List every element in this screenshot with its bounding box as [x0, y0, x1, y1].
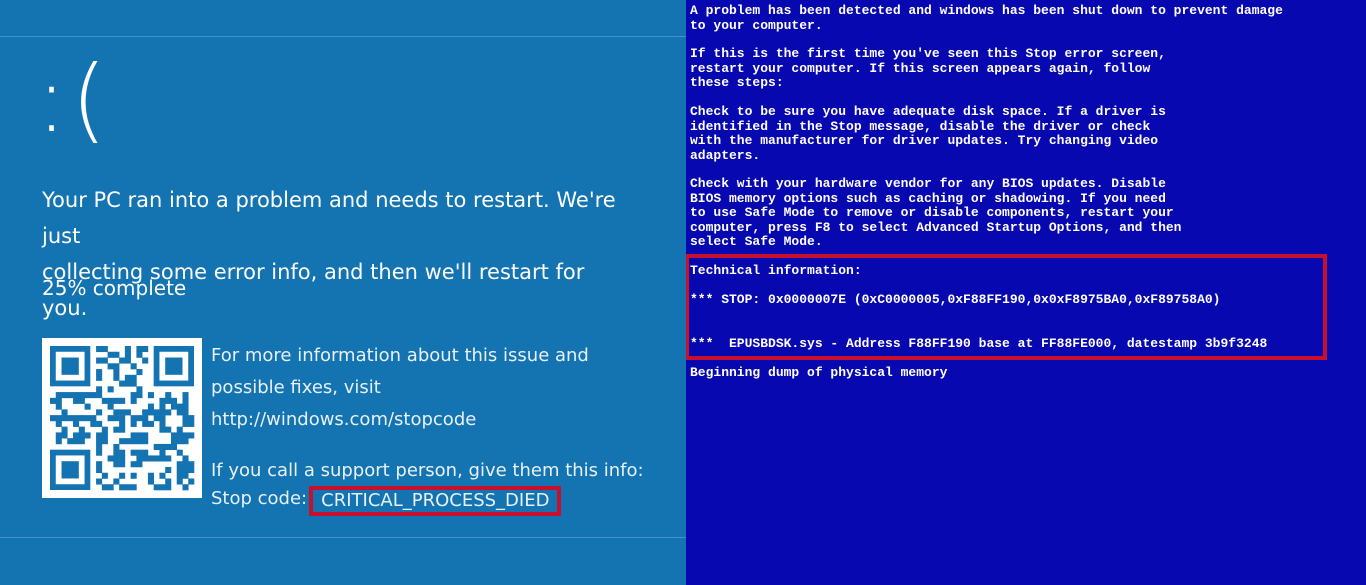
stopcode-url: http://windows.com/stopcode	[211, 409, 477, 430]
info-line-2: possible fixes, visit	[211, 377, 381, 398]
stop-error-line: *** STOP: 0x0000007E (0xC0000005,0xF88FF…	[690, 292, 1221, 307]
support-line: If you call a support person, give them …	[211, 460, 644, 481]
stop-code-value: CRITICAL_PROCESS_DIED	[321, 490, 550, 511]
more-info-text: For more information about this issue an…	[211, 340, 651, 436]
bsod-comparison: :( Your PC ran into a problem and needs …	[0, 0, 1366, 585]
technical-info-header: Technical information:	[690, 263, 862, 278]
problem-detected-text: A problem has been detected and windows …	[690, 3, 1283, 33]
progress-status: 25% complete	[42, 276, 187, 300]
stop-code-highlight: CRITICAL_PROCESS_DIED	[309, 486, 562, 516]
bottom-divider	[0, 537, 686, 538]
disk-space-text: Check to be sure you have adequate disk …	[690, 104, 1166, 163]
top-divider	[0, 36, 686, 37]
driver-address-line: *** EPUSBDSK.sys - Address F88FF190 base…	[690, 336, 1268, 351]
bios-update-text: Check with your hardware vendor for any …	[690, 176, 1182, 249]
modern-bsod-panel: :( Your PC ran into a problem and needs …	[0, 0, 686, 585]
memory-dump-line: Beginning dump of physical memory	[690, 365, 948, 380]
classic-bsod-panel: A problem has been detected and windows …	[686, 0, 1366, 585]
stop-code-row: Stop code: CRITICAL_PROCESS_DIED	[211, 484, 644, 516]
first-time-text: If this is the first time you've seen th…	[690, 46, 1166, 90]
support-info: If you call a support person, give them …	[211, 458, 644, 516]
qr-code-icon	[42, 338, 202, 498]
headline-line-1: Your PC ran into a problem and needs to …	[42, 188, 616, 248]
stop-code-label: Stop code:	[211, 488, 308, 509]
error-headline: Your PC ran into a problem and needs to …	[42, 182, 632, 326]
sad-face-icon: :(	[36, 46, 111, 153]
info-line-1: For more information about this issue an…	[211, 345, 589, 366]
